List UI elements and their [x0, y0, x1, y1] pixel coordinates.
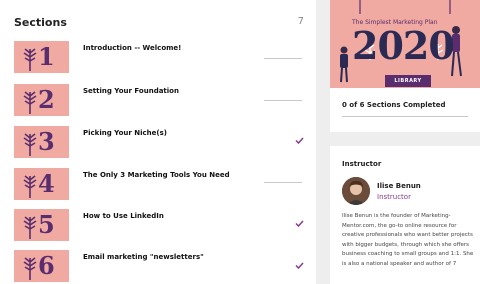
completion-status: 0 of 6 Sections Completed [342, 101, 446, 109]
course-card: The Simplest Marketing Plan 2020 LIBRARY… [330, 0, 480, 132]
wheat-icon [23, 48, 37, 71]
section-number: 4 [38, 169, 55, 198]
instructor-name: Ilise Benun [377, 182, 421, 190]
wheat-icon [23, 257, 37, 280]
sections-count: 7 [297, 16, 304, 27]
avatar [342, 177, 370, 205]
section-number: 2 [38, 85, 55, 114]
sections-title: Sections [14, 16, 67, 29]
section-title[interactable]: Email marketing "newsletters" [83, 253, 204, 261]
section-title[interactable]: Introduction -- Welcome! [83, 44, 181, 52]
checkmark-icon [295, 137, 304, 144]
section-thumbnail[interactable]: 5 [14, 209, 69, 241]
instructor-bio: Ilise Benun is the founder of Marketing-… [342, 213, 474, 267]
checkmark-icon [295, 220, 304, 227]
section-thumbnail[interactable]: 3 [14, 126, 69, 158]
section-number: 6 [38, 251, 55, 280]
instructor-role: Instructor [377, 193, 411, 201]
section-thumbnail[interactable]: 2 [14, 84, 69, 116]
sections-panel: Sections 7 1 Introduction -- Welcome! 2 … [0, 0, 316, 284]
section-title[interactable]: How to Use LinkedIn [83, 212, 164, 220]
section-row[interactable]: 3 Picking Your Niche(s) [14, 126, 304, 160]
section-number: 5 [38, 210, 55, 239]
wheat-icon [23, 216, 37, 239]
wheat-icon [23, 91, 37, 114]
section-row[interactable]: 4 The Only 3 Marketing Tools You Need [14, 168, 304, 202]
section-row[interactable]: 5 How to Use LinkedIn [14, 209, 304, 243]
section-thumbnail[interactable]: 4 [14, 168, 69, 200]
section-title[interactable]: Setting Your Foundation [83, 87, 179, 95]
incomplete-indicator [264, 58, 302, 59]
instructor-card: Instructor Ilise Benun Instructor Ilise … [330, 146, 480, 284]
progress-bar [342, 116, 468, 117]
section-row[interactable]: 2 Setting Your Foundation [14, 84, 304, 118]
section-row[interactable]: 6 Email marketing "newsletters" [14, 250, 304, 284]
course-banner[interactable]: The Simplest Marketing Plan 2020 LIBRARY [330, 0, 480, 88]
incomplete-indicator [264, 100, 302, 101]
incomplete-indicator [264, 182, 302, 183]
checkmark-icon [295, 262, 304, 269]
instructor-heading: Instructor [342, 160, 382, 168]
section-thumbnail[interactable]: 1 [14, 41, 69, 73]
wheat-icon [23, 133, 37, 156]
section-title[interactable]: Picking Your Niche(s) [83, 129, 167, 137]
section-number: 3 [38, 127, 55, 156]
section-number: 1 [38, 42, 55, 71]
section-title[interactable]: The Only 3 Marketing Tools You Need [83, 171, 230, 179]
sections-header: Sections 7 [14, 16, 304, 32]
banner-year: 2020 [352, 23, 455, 68]
section-row[interactable]: 1 Introduction -- Welcome! [14, 41, 304, 75]
library-badge: LIBRARY [385, 75, 431, 87]
section-thumbnail[interactable]: 6 [14, 250, 69, 282]
person-icon [342, 177, 370, 205]
wheat-icon [23, 175, 37, 198]
